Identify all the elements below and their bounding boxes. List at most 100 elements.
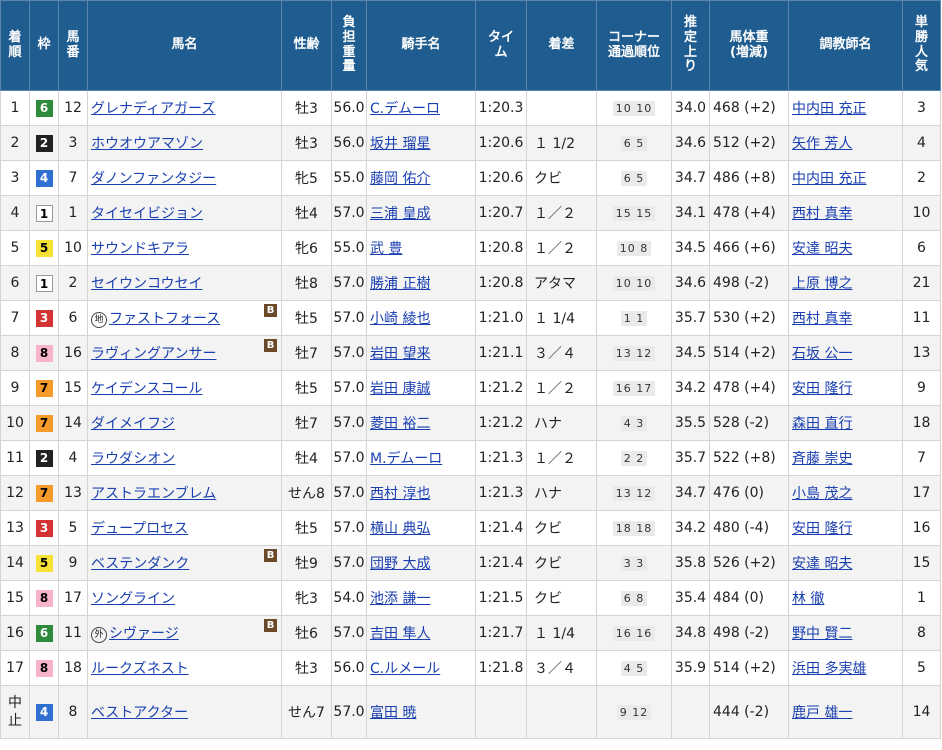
weight-cell: 56.0 — [331, 125, 367, 161]
weight-cell: 54.0 — [331, 580, 367, 616]
margin-cell: ３／４ — [526, 335, 597, 371]
waku-badge: 6 — [35, 624, 53, 642]
waku-cell: 3 — [29, 510, 59, 546]
waku-badge: 2 — [35, 134, 53, 152]
jockey-link[interactable]: 武 豊 — [370, 241, 402, 257]
corner-badge: 3 3 — [620, 556, 648, 571]
jockey-link[interactable]: C.ルメール — [370, 661, 440, 677]
popularity-cell: 2 — [902, 160, 941, 196]
jockey-link[interactable]: 池添 謙一 — [370, 591, 430, 607]
umaban-cell: 9 — [58, 545, 88, 581]
horse-name-link[interactable]: ラウダシオン — [91, 451, 175, 467]
table-row: 13 3 5 デュープロセス 牡5 57.0 横山 典弘 1:21.4 クビ 18 18 34.2 4… — [0, 510, 941, 546]
horse-name-link[interactable]: ソングライン — [91, 591, 175, 607]
time-cell: 1:21.2 — [475, 370, 527, 406]
popularity-cell: 4 — [902, 125, 941, 161]
umaban-cell: 3 — [58, 125, 88, 161]
horse-name-link[interactable]: ケイデンスコール — [91, 381, 202, 397]
trainer-link[interactable]: 安達 昭夫 — [792, 556, 852, 572]
jockey-link[interactable]: 横山 典弘 — [370, 521, 430, 537]
trainer-link[interactable]: 安達 昭夫 — [792, 241, 852, 257]
last3f-cell — [671, 685, 710, 739]
sex-age-cell: せん7 — [281, 685, 332, 739]
popularity-cell: 18 — [902, 405, 941, 441]
bodyweight-cell: 514 (+2) — [709, 650, 789, 686]
horse-name-link[interactable]: グレナディアガーズ — [91, 101, 215, 117]
jockey-link[interactable]: 菱田 裕二 — [370, 416, 430, 432]
margin-cell: クビ — [526, 580, 597, 616]
sex-age-cell: 牡7 — [281, 405, 332, 441]
horse-name-cell: ケイデンスコール — [87, 370, 282, 406]
margin-cell: １／２ — [526, 370, 597, 406]
horse-name-link[interactable]: ダノンファンタジー — [91, 171, 216, 187]
trainer-link[interactable]: 西村 真幸 — [792, 311, 852, 327]
rank-cell: 3 — [0, 160, 30, 196]
horse-name-link[interactable]: ファストフォース — [109, 311, 220, 327]
waku-badge: 7 — [35, 414, 53, 432]
trainer-link[interactable]: 鹿戸 雄一 — [792, 705, 852, 721]
trainer-link[interactable]: 森田 直行 — [792, 416, 852, 432]
weight-cell: 57.0 — [331, 405, 367, 441]
jockey-link[interactable]: 坂井 瑠星 — [370, 136, 430, 152]
trainer-link[interactable]: 中内田 充正 — [792, 171, 866, 187]
horse-name-cell: タイセイビジョン — [87, 195, 282, 231]
table-row: 2 2 3 ホウオウアマゾン 牡3 56.0 坂井 瑠星 1:20.6 １ 1/2 6 5 34.6… — [0, 125, 941, 161]
trainer-link[interactable]: 浜田 多実雄 — [792, 661, 866, 677]
trainer-cell: 石坂 公一 — [788, 335, 903, 371]
horse-name-link[interactable]: シヴァージ — [109, 626, 179, 642]
jockey-link[interactable]: 藤岡 佑介 — [370, 171, 430, 187]
jockey-link[interactable]: M.デムーロ — [370, 451, 442, 467]
jockey-link[interactable]: 小崎 綾也 — [370, 311, 430, 327]
header-time: タイム — [475, 0, 527, 91]
jockey-link[interactable]: 勝浦 正樹 — [370, 276, 430, 292]
horse-name-link[interactable]: サウンドキアラ — [91, 241, 189, 257]
jockey-link[interactable]: 岩田 康誠 — [370, 381, 430, 397]
trainer-link[interactable]: 上原 博之 — [792, 276, 852, 292]
horse-name-cell: サウンドキアラ — [87, 230, 282, 266]
corner-cell: 10 8 — [596, 230, 672, 266]
jockey-link[interactable]: 吉田 隼人 — [370, 626, 430, 642]
horse-name-link[interactable]: ダイメイフジ — [91, 416, 175, 432]
corner-cell: 16 17 — [596, 370, 672, 406]
horse-name-link[interactable]: アストラエンブレム — [91, 486, 216, 502]
trainer-cell: 安田 隆行 — [788, 370, 903, 406]
horse-name-link[interactable]: ルークズネスト — [91, 661, 189, 677]
horse-name-link[interactable]: ラヴィングアンサー — [91, 346, 216, 362]
rank-cell: 5 — [0, 230, 30, 266]
jockey-link[interactable]: 団野 大成 — [370, 556, 430, 572]
trainer-link[interactable]: 矢作 芳人 — [792, 136, 852, 152]
origin-mark-icon: 地 — [91, 312, 107, 328]
jockey-link[interactable]: 富田 暁 — [370, 705, 416, 721]
horse-name-link[interactable]: セイウンコウセイ — [91, 276, 202, 292]
weight-cell: 57.0 — [331, 265, 367, 301]
trainer-link[interactable]: 石坂 公一 — [792, 346, 852, 362]
jockey-link[interactable]: 三浦 皇成 — [370, 206, 430, 222]
trainer-link[interactable]: 安田 隆行 — [792, 521, 852, 537]
horse-name-link[interactable]: ベストアクター — [91, 705, 188, 721]
trainer-link[interactable]: 小島 茂之 — [792, 486, 852, 502]
trainer-link[interactable]: 安田 隆行 — [792, 381, 852, 397]
horse-name-link[interactable]: ベステンダンク — [91, 556, 189, 572]
jockey-link[interactable]: 岩田 望来 — [370, 346, 430, 362]
popularity-cell: 13 — [902, 335, 941, 371]
trainer-link[interactable]: 林 徹 — [792, 591, 824, 607]
sex-age-cell: 牡8 — [281, 265, 332, 301]
horse-name-link[interactable]: デュープロセス — [91, 521, 188, 537]
umaban-cell: 16 — [58, 335, 88, 371]
jockey-cell: 池添 謙一 — [366, 580, 476, 616]
jockey-link[interactable]: C.デムーロ — [370, 101, 440, 117]
jockey-link[interactable]: 西村 淳也 — [370, 486, 430, 502]
trainer-link[interactable]: 野中 賢二 — [792, 626, 852, 642]
sex-age-cell: 牡3 — [281, 90, 332, 126]
bodyweight-cell: 530 (+2) — [709, 300, 789, 336]
trainer-link[interactable]: 中内田 充正 — [792, 101, 866, 117]
last3f-cell: 35.5 — [671, 405, 710, 441]
table-row: 8 8 16 ラヴィングアンサー B 牡7 57.0 岩田 望来 1:21.1 ３／４ 13 12 3… — [0, 335, 941, 371]
table-row: 1 6 12 グレナディアガーズ 牡3 56.0 C.デムーロ 1:20.3 10 10 34.0… — [0, 90, 941, 126]
horse-name-link[interactable]: ホウオウアマゾン — [91, 136, 203, 152]
trainer-link[interactable]: 西村 真幸 — [792, 206, 852, 222]
header-bodyweight: 馬体重 (増減) — [709, 0, 789, 91]
waku-badge: 7 — [35, 379, 53, 397]
horse-name-link[interactable]: タイセイビジョン — [91, 206, 203, 222]
trainer-link[interactable]: 斉藤 崇史 — [792, 451, 852, 467]
